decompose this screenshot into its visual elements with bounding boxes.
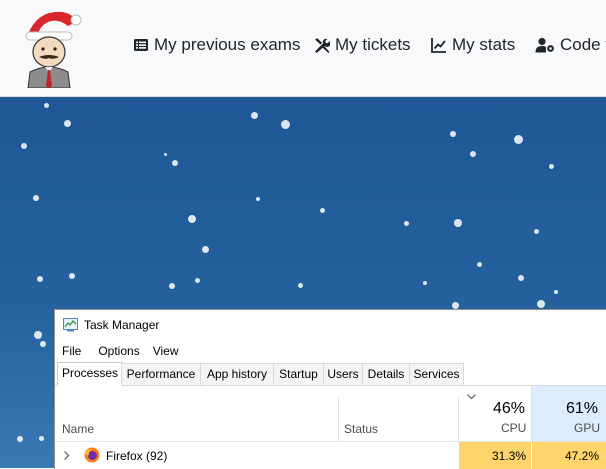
snowflake [554, 290, 558, 294]
menu-bar: File Options View [55, 341, 180, 361]
column-header-cpu[interactable]: CPU [501, 421, 526, 435]
snowflake [64, 120, 71, 127]
snowflake [518, 275, 524, 281]
column-separator[interactable] [531, 386, 532, 441]
user-gear-icon [535, 37, 554, 53]
snowflake [33, 195, 39, 201]
snowflake [281, 120, 290, 129]
tools-icon [315, 37, 330, 53]
tab-users[interactable]: Users [323, 363, 363, 385]
snowflake [21, 143, 27, 149]
snowflake [251, 112, 258, 119]
tab-details[interactable]: Details [362, 363, 410, 385]
window-title: Task Manager [84, 318, 160, 332]
firefox-icon [84, 447, 100, 463]
santa-hat-mascot-icon[interactable] [18, 4, 82, 88]
snowflake [164, 153, 167, 156]
snowflake [39, 436, 44, 441]
tab-startup[interactable]: Startup [273, 363, 324, 385]
snowflake [195, 278, 200, 283]
snowflake [477, 262, 482, 267]
sort-chevron-down-icon [467, 394, 476, 400]
nav-my-previous-exams[interactable]: My previous exams [133, 33, 300, 57]
snowflake [537, 300, 545, 308]
snowflake [202, 246, 209, 253]
menu-view[interactable]: View [153, 344, 179, 358]
column-separator[interactable] [338, 398, 339, 441]
top-navbar: My previous exams My tickets My stats Co… [0, 0, 606, 97]
nav-label: My stats [452, 35, 516, 54]
snowflake [452, 302, 459, 309]
snowflake [172, 160, 178, 166]
snowflake [169, 283, 175, 289]
snowflake [69, 273, 75, 279]
tab-services[interactable]: Services [409, 363, 464, 385]
snowflake [37, 276, 43, 282]
tab-strip: Processes Performance App history Startu… [55, 362, 606, 386]
gpu-total-percent: 61% [566, 400, 599, 417]
snowflake [454, 219, 462, 227]
tab-processes[interactable]: Processes [57, 362, 123, 386]
snowflake [534, 229, 539, 234]
task-manager-app-icon [63, 318, 78, 332]
column-separator[interactable] [458, 398, 459, 441]
snowflake [514, 135, 523, 144]
snowflake [470, 151, 476, 157]
chart-line-icon [431, 38, 446, 53]
tab-performance[interactable]: Performance [121, 363, 201, 385]
process-cpu: 31.3% [492, 449, 527, 463]
column-header-row: Name Status 46% CPU 61% GPU [55, 386, 606, 442]
list-icon [134, 39, 148, 51]
snowflake [423, 281, 427, 285]
snowflake [34, 331, 42, 339]
task-manager-window: Task Manager File Options View Processes… [54, 309, 606, 469]
snowflake [40, 341, 46, 347]
expand-chevron-icon[interactable] [64, 451, 70, 460]
snowflake [17, 436, 23, 442]
process-row[interactable]: Firefox (92) 31.3% 47.2% [55, 442, 606, 469]
snowflake [549, 164, 554, 169]
menu-options[interactable]: Options [98, 344, 139, 358]
column-header-gpu[interactable]: GPU [574, 421, 600, 435]
snowflake [450, 131, 456, 137]
snowflake [320, 208, 325, 213]
process-gpu: 47.2% [565, 449, 600, 463]
nav-label: Code t [560, 35, 606, 54]
column-header-status[interactable]: Status [344, 422, 378, 436]
process-name: Firefox (92) [106, 449, 168, 463]
title-bar[interactable]: Task Manager [55, 310, 606, 340]
menu-file[interactable]: File [62, 344, 81, 358]
tab-app-history[interactable]: App history [200, 363, 274, 385]
column-header-name[interactable]: Name [62, 422, 94, 436]
nav-label: My tickets [335, 35, 411, 54]
snowflake [44, 103, 49, 108]
cpu-total-percent: 46% [493, 400, 526, 417]
snowflake [404, 221, 409, 226]
snowflake [298, 283, 303, 288]
snowflake [256, 197, 260, 201]
snowflake [188, 215, 196, 223]
nav-my-tickets[interactable]: My tickets [313, 33, 411, 57]
nav-label: My previous exams [154, 35, 301, 54]
nav-my-stats[interactable]: My stats [431, 33, 515, 57]
nav-code[interactable]: Code t [535, 33, 606, 57]
